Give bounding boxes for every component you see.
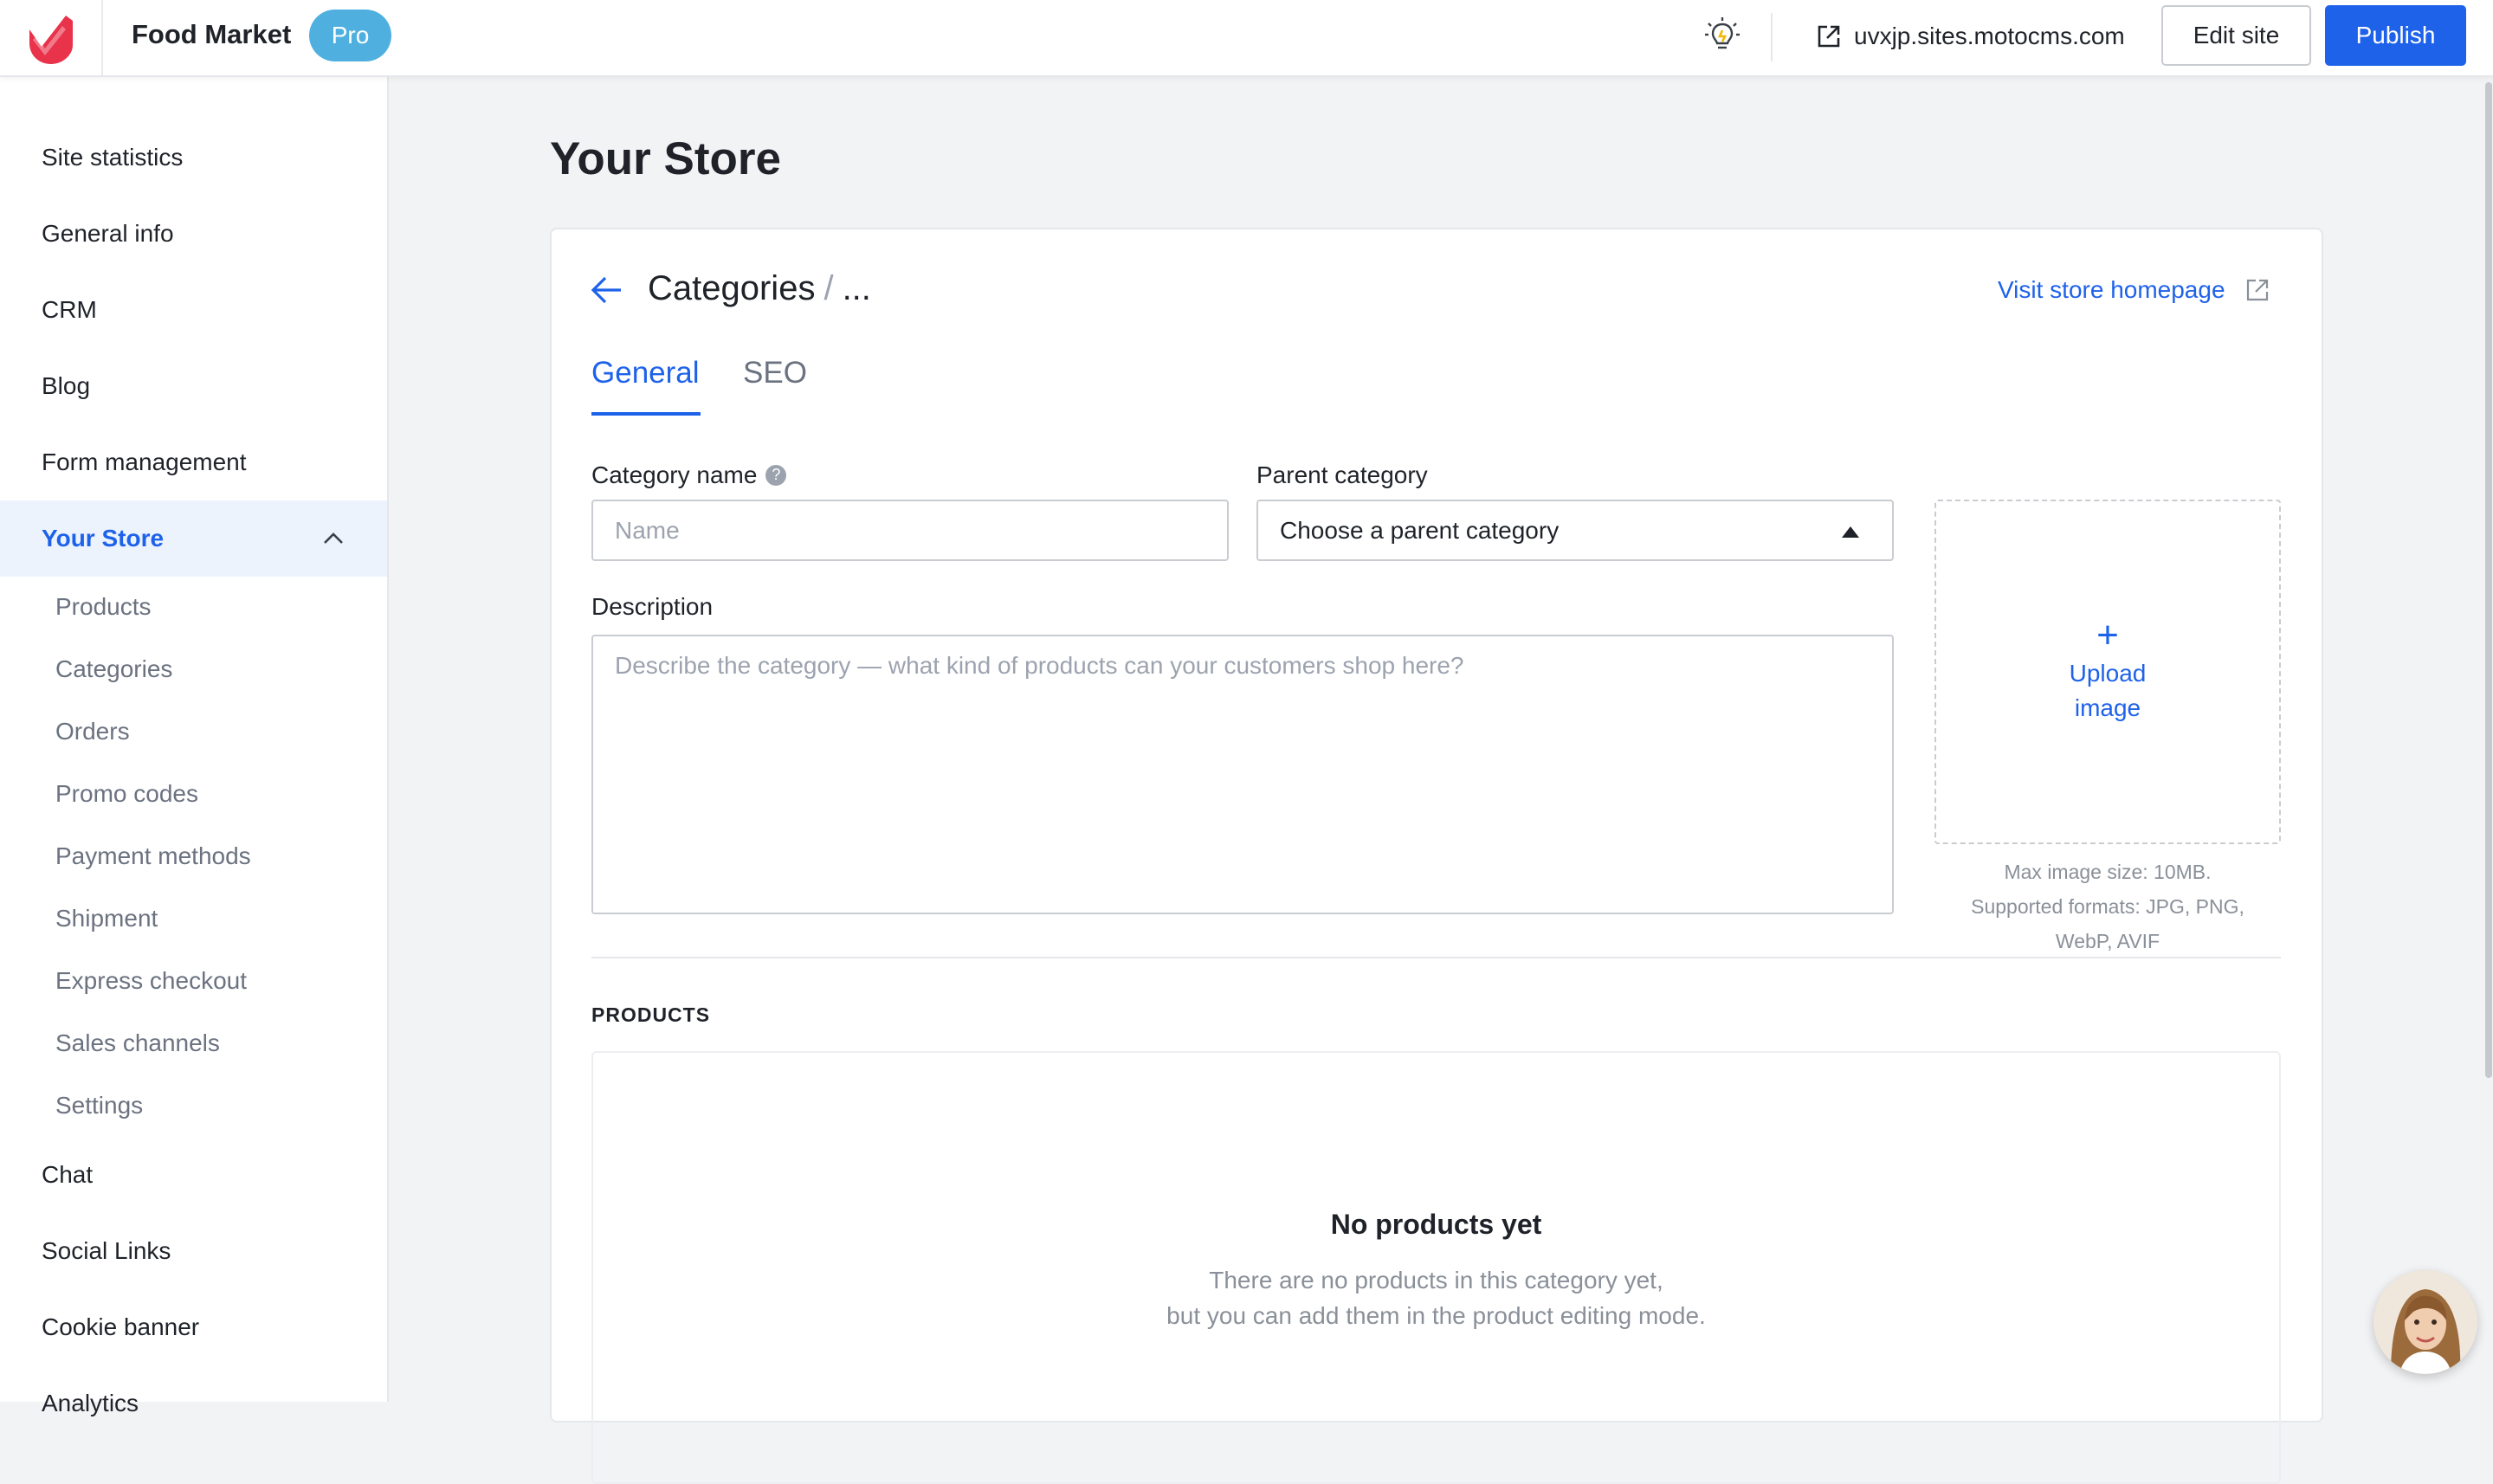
category-name-label: Category name?	[591, 461, 787, 489]
upload-image-dropzone[interactable]: + Upload image	[1934, 500, 2281, 844]
edit-site-button[interactable]: Edit site	[2161, 5, 2311, 66]
sidebar-item-analytics[interactable]: Analytics	[0, 1365, 387, 1442]
description-textarea[interactable]: Describe the category — what kind of pro…	[591, 635, 1894, 914]
publish-button[interactable]: Publish	[2325, 5, 2466, 66]
breadcrumb-categories[interactable]: Categories	[648, 269, 815, 307]
sidebar-item-general-info[interactable]: General info	[0, 196, 387, 272]
logo[interactable]	[0, 0, 103, 75]
products-empty-state: No products yet There are no products in…	[591, 1051, 2281, 1484]
sidebar-subitem-categories[interactable]: Categories	[55, 652, 172, 687]
sidebar-item-label: General info	[42, 220, 174, 247]
sidebar-item-label: Site statistics	[42, 144, 184, 171]
plus-icon: +	[2096, 614, 2119, 656]
breadcrumb-current: ...	[842, 269, 871, 307]
divider	[1771, 13, 1773, 61]
chevron-up-icon[interactable]	[321, 526, 346, 551]
tab-seo[interactable]: SEO	[743, 356, 807, 408]
visit-store-label: Visit store homepage	[1998, 276, 2225, 303]
sidebar-item-label: Form management	[42, 448, 247, 475]
sidebar-subitem-settings[interactable]: Settings	[55, 1088, 143, 1123]
sidebar-item-blog[interactable]: Blog	[0, 348, 387, 424]
visit-store-link[interactable]: Visit store homepage	[1998, 276, 2270, 304]
top-bar: Food Market Pro uvxjp.sites.motocms.com …	[0, 0, 2493, 77]
help-icon[interactable]: ?	[765, 464, 787, 486]
site-domain-link[interactable]: uvxjp.sites.motocms.com	[1816, 19, 2125, 54]
sidebar-subitem-express-checkout[interactable]: Express checkout	[55, 964, 247, 998]
breadcrumb: Categories /...	[648, 269, 871, 308]
sidebar-item-label: Cookie banner	[42, 1313, 200, 1340]
sidebar-subitem-orders[interactable]: Orders	[55, 714, 130, 749]
parent-category-value: Choose a parent category	[1280, 516, 1560, 544]
sidebar-item-label: Social Links	[42, 1237, 171, 1264]
moto-logo-icon	[29, 15, 73, 64]
sidebar-item-label: Blog	[42, 372, 91, 399]
empty-state-line1: There are no products in this category y…	[1209, 1267, 1663, 1294]
domain-text: uvxjp.sites.motocms.com	[1854, 23, 2125, 49]
sidebar-item-chat[interactable]: Chat	[0, 1137, 387, 1213]
parent-category-label: Parent category	[1256, 461, 1428, 488]
sidebar-subitem-payment-methods[interactable]: Payment methods	[55, 839, 251, 874]
parent-category-select[interactable]: Choose a parent category	[1256, 500, 1894, 561]
back-arrow-icon[interactable]	[590, 273, 624, 307]
sidebar-item-label: Your Store	[42, 525, 165, 552]
products-heading: PRODUCTS	[591, 1003, 711, 1026]
support-chat-avatar[interactable]	[2374, 1270, 2477, 1374]
upload-note-formats-cont: WebP, AVIF	[2055, 930, 2160, 952]
category-name-input[interactable]: Name	[591, 500, 1229, 561]
site-name[interactable]: Food Market	[132, 19, 291, 50]
scrollbar-thumb[interactable]	[2485, 82, 2492, 1078]
lightbulb-icon[interactable]	[1700, 12, 1745, 57]
breadcrumb-separator: /	[823, 269, 834, 307]
plan-badge: Pro	[309, 10, 391, 61]
sidebar-subitem-promo-codes[interactable]: Promo codes	[55, 777, 198, 811]
sidebar-item-label: Analytics	[42, 1390, 139, 1416]
sidebar-item-label: Chat	[42, 1161, 94, 1188]
empty-state-text: There are no products in this category y…	[593, 1262, 2279, 1333]
upload-note-size: Max image size: 10MB.	[2004, 861, 2212, 883]
external-link-icon	[2246, 279, 2268, 301]
upload-requirements: Max image size: 10MB. Supported formats:…	[1934, 855, 2281, 958]
upload-label-line2: image	[2074, 694, 2141, 721]
tab-general[interactable]: General	[591, 356, 700, 408]
active-tab-indicator	[591, 412, 701, 416]
upload-label-line1: Upload	[2069, 660, 2147, 687]
external-link-icon	[1818, 25, 1840, 48]
section-divider	[591, 957, 2281, 958]
sidebar-item-cookie-banner[interactable]: Cookie banner	[0, 1289, 387, 1365]
sidebar-item-social-links[interactable]: Social Links	[0, 1213, 387, 1289]
sidebar-item-site-statistics[interactable]: Site statistics	[0, 119, 387, 196]
page-title: Your Store	[550, 133, 781, 184]
sidebar-item-label: CRM	[42, 296, 97, 323]
sidebar-item-your-store[interactable]: Your Store	[0, 500, 387, 577]
description-label: Description	[591, 593, 714, 620]
category-editor-card: Categories /... Visit store homepage Gene…	[550, 228, 2323, 1484]
sidebar-subitem-products[interactable]: Products	[55, 590, 152, 624]
empty-state-line2: but you can add them in the product edit…	[1166, 1302, 1706, 1329]
caret-up-icon	[1842, 526, 1859, 538]
sidebar: Site statistics General info CRM Blog Fo…	[0, 77, 389, 1416]
sidebar-item-crm[interactable]: CRM	[0, 272, 387, 348]
support-agent-icon	[2374, 1270, 2477, 1374]
sidebar-item-form-management[interactable]: Form management	[0, 424, 387, 500]
upload-note-formats: Supported formats: JPG, PNG,	[1971, 895, 2244, 918]
sidebar-subitem-sales-channels[interactable]: Sales channels	[55, 1026, 220, 1061]
empty-state-title: No products yet	[1330, 1209, 1542, 1240]
sidebar-subitem-shipment[interactable]: Shipment	[55, 901, 158, 936]
